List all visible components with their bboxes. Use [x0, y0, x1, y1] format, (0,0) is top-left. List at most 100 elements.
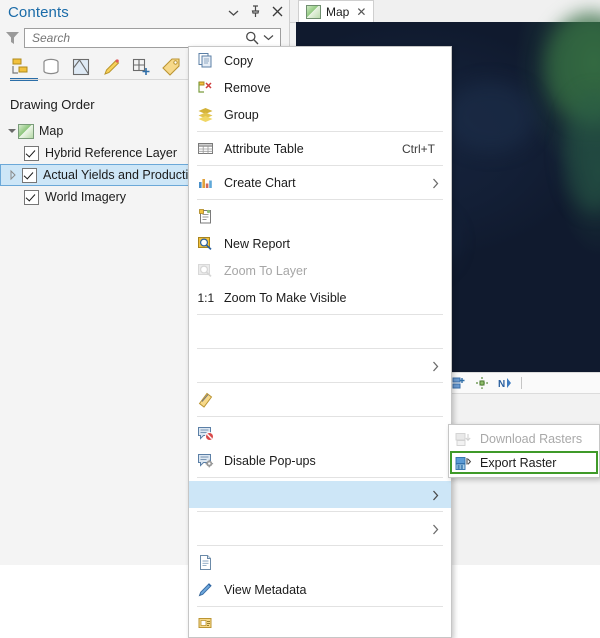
- menu-item-zoom-to-make-visible: Zoom To Layer: [189, 257, 451, 284]
- layer-checkbox[interactable]: [24, 145, 39, 161]
- list-by-drawing-order-icon[interactable]: [10, 56, 32, 78]
- menu-item-label: Remove: [224, 80, 271, 95]
- download-rasters-icon: [455, 432, 472, 447]
- menu-item-label: Zoom To Layer: [224, 263, 308, 278]
- menu-item-zoom-to-layer[interactable]: New Report: [189, 230, 451, 257]
- menu-item-label: Group: [224, 107, 259, 122]
- menu-item-label: Disable Pop-ups: [224, 453, 316, 468]
- magnifier-icon[interactable]: [244, 30, 260, 46]
- app-window: Map ✕ N of Band_1 ✕: [0, 0, 600, 638]
- menu-item-attribute-table[interactable]: Attribute Table Ctrl+T: [189, 135, 451, 162]
- map-icon: [306, 4, 321, 19]
- crosshair-icon[interactable]: [475, 376, 489, 390]
- menu-item-configure-popups[interactable]: Disable Pop-ups: [189, 447, 451, 474]
- submenu-item-label: Download Rasters: [480, 432, 583, 446]
- menu-separator: [197, 382, 443, 383]
- page-title: Contents: [8, 4, 69, 21]
- search-input[interactable]: [25, 30, 244, 46]
- chevron-down-icon[interactable]: [228, 7, 239, 19]
- menu-separator: [197, 477, 443, 478]
- map-tab-bar: Map ✕: [290, 0, 600, 23]
- one-to-one-icon: 1:1: [197, 289, 215, 306]
- menu-item-properties[interactable]: [189, 610, 451, 637]
- edit-metadata-icon: [197, 581, 214, 598]
- svg-text:N: N: [498, 379, 505, 390]
- disable-popups-icon: [197, 425, 214, 442]
- zoom-make-visible-icon: [197, 262, 214, 279]
- pin-icon[interactable]: [250, 5, 261, 20]
- svg-text:1:1: 1:1: [198, 291, 215, 305]
- menu-item-view-metadata[interactable]: [189, 549, 451, 576]
- menu-separator: [197, 416, 443, 417]
- expand-collapse-icon[interactable]: [6, 125, 18, 137]
- table-icon: [197, 140, 214, 157]
- list-by-editing-icon[interactable]: [100, 56, 122, 78]
- close-icon[interactable]: ✕: [356, 6, 366, 18]
- menu-separator: [197, 199, 443, 200]
- tab-map[interactable]: Map ✕: [298, 0, 375, 22]
- menu-separator: [197, 348, 443, 349]
- menu-item-data[interactable]: [189, 481, 451, 508]
- map-icon: [18, 123, 34, 139]
- tree-item-label: World Imagery: [45, 190, 127, 204]
- list-by-snapping-icon[interactable]: [130, 56, 152, 78]
- list-by-data-source-icon[interactable]: [40, 56, 62, 78]
- tree-item-label: Hybrid Reference Layer: [45, 146, 178, 160]
- menu-item-selection[interactable]: [189, 352, 451, 379]
- menu-item-remove[interactable]: Remove: [189, 74, 451, 101]
- menu-item-new-report[interactable]: [189, 203, 451, 230]
- drawing-order-label: Drawing Order: [10, 97, 95, 112]
- remove-layer-icon: [197, 79, 214, 96]
- list-by-selection-icon[interactable]: [70, 56, 92, 78]
- chevron-right-icon: [432, 524, 439, 534]
- menu-item-use-service-cache: [189, 318, 451, 345]
- zoom-to-layer-icon: [197, 235, 214, 252]
- menu-item-accelerator: Ctrl+T: [402, 141, 435, 156]
- chevron-right-icon: [432, 490, 439, 500]
- properties-icon: [197, 615, 214, 632]
- tab-map-label: Map: [326, 4, 350, 19]
- menu-item-label: Attribute Table: [224, 141, 304, 156]
- expand-collapse-icon[interactable]: [7, 169, 19, 181]
- map-bottom-toolbar: N: [446, 372, 600, 394]
- copy-icon: [197, 52, 214, 69]
- menu-item-label: Zoom To Make Visible: [224, 290, 347, 305]
- menu-item-sharing[interactable]: [189, 515, 451, 542]
- tree-item-actual-yields-and-production[interactable]: Actual Yields and Production: [0, 164, 202, 186]
- toolbar-divider: [521, 377, 522, 389]
- menu-separator: [197, 165, 443, 166]
- layer-checkbox[interactable]: [24, 189, 39, 205]
- map-water-patch: [446, 82, 536, 152]
- menu-item-label: View Metadata: [224, 582, 307, 597]
- menu-item-symbology[interactable]: [189, 386, 451, 413]
- menu-separator: [197, 545, 443, 546]
- search-input-wrapper[interactable]: [24, 28, 281, 48]
- symbology-icon: [197, 391, 214, 408]
- bar-chart-icon: [197, 174, 214, 191]
- funnel-icon[interactable]: [5, 31, 20, 45]
- menu-item-copy[interactable]: Copy: [189, 47, 451, 74]
- submenu-item-download-rasters: Download Rasters: [449, 427, 599, 451]
- configure-popups-icon: [197, 452, 214, 469]
- layer-checkbox[interactable]: [22, 167, 37, 183]
- group-layers-icon: [197, 106, 214, 123]
- list-by-labeling-icon[interactable]: [160, 56, 182, 78]
- menu-item-edit-metadata[interactable]: View Metadata: [189, 576, 451, 603]
- north-arrow-icon[interactable]: N: [498, 376, 512, 390]
- menu-item-disable-popups[interactable]: [189, 420, 451, 447]
- menu-separator: [197, 131, 443, 132]
- data-submenu: Download Rasters Export Raster: [448, 424, 600, 478]
- menu-item-label: Create Chart: [224, 175, 296, 190]
- menu-item-zoom-to-source-resolution[interactable]: 1:1 Zoom To Make Visible: [189, 284, 451, 311]
- layer-context-menu: Copy Remove Group Attribute Table Ctrl+T: [188, 46, 452, 638]
- menu-item-label: Copy: [224, 53, 254, 68]
- chevron-right-icon: [432, 178, 439, 188]
- chevron-down-icon[interactable]: [262, 31, 276, 45]
- chevron-right-icon: [432, 361, 439, 371]
- menu-item-create-chart[interactable]: Create Chart: [189, 169, 451, 196]
- menu-item-group[interactable]: Group: [189, 101, 451, 128]
- menu-separator: [197, 511, 443, 512]
- add-data-icon[interactable]: [452, 376, 466, 390]
- new-report-icon: [197, 208, 214, 225]
- close-icon[interactable]: [272, 6, 283, 19]
